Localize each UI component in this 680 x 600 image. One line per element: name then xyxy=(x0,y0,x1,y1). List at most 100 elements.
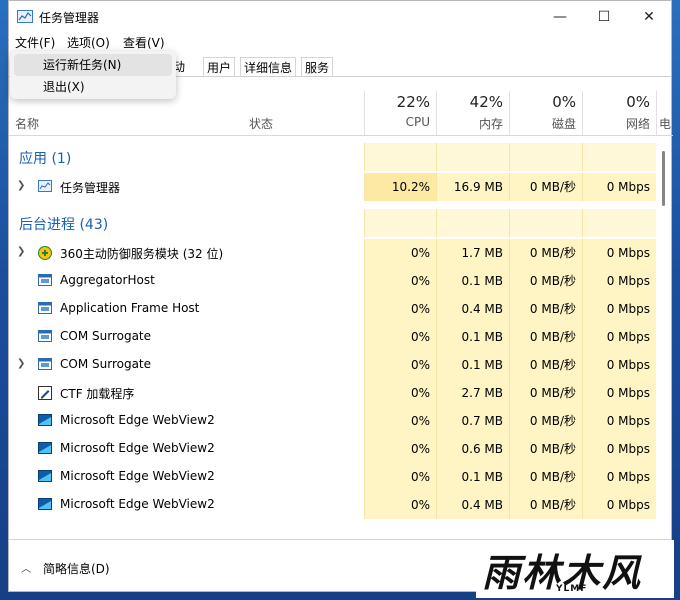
table-row[interactable]: Microsoft Edge WebView2 0% 0.4 MB 0 MB/秒… xyxy=(9,491,659,519)
header-network[interactable]: 0% 网络 xyxy=(582,91,656,135)
table-row[interactable]: ❯ 任务管理器 10.2% 16.9 MB 0 MB/秒 0 Mbps xyxy=(9,173,659,201)
tab-details[interactable]: 详细信息 xyxy=(240,57,297,77)
network-value: 0 Mbps xyxy=(582,463,656,491)
menu-view[interactable]: 查看(V) xyxy=(123,34,165,51)
window-title: 任务管理器 xyxy=(39,11,100,25)
header-memory[interactable]: 42% 内存 xyxy=(436,91,509,135)
table-row[interactable]: ❯ COM Surrogate 0% 0.1 MB 0 MB/秒 0 Mbps xyxy=(9,351,659,379)
group-header-apps[interactable]: 应用 (1) xyxy=(9,143,659,171)
header-disk[interactable]: 0% 磁盘 xyxy=(509,91,582,135)
header-status[interactable]: 状态 xyxy=(249,115,273,132)
file-menu-dropdown: 运行新任务(N) 退出(X) xyxy=(10,51,176,99)
menu-options[interactable]: 选项(O) xyxy=(67,34,110,51)
close-button[interactable]: ✕ xyxy=(628,1,670,33)
memory-value: 2.7 MB xyxy=(436,379,509,407)
header-cpu[interactable]: 22% CPU xyxy=(364,91,436,135)
process-name: Microsoft Edge WebView2 xyxy=(60,469,215,483)
tab-users[interactable]: 用户 xyxy=(203,57,236,77)
cpu-value: 0% xyxy=(364,351,436,379)
memory-value: 0.1 MB xyxy=(436,351,509,379)
expand-chevron-icon[interactable]: ❯ xyxy=(17,180,25,191)
network-value: 0 Mbps xyxy=(582,379,656,407)
group-header-background[interactable]: 后台进程 (43) xyxy=(9,209,659,237)
run-new-task-item[interactable]: 运行新任务(N) xyxy=(14,54,172,76)
network-value: 0 Mbps xyxy=(582,239,656,267)
minimize-button[interactable]: — xyxy=(539,1,581,33)
chevron-up-icon[interactable]: ︿ xyxy=(21,560,31,575)
disk-value: 0 MB/秒 xyxy=(509,173,582,201)
window-app-icon xyxy=(38,358,52,371)
ctf-loader-icon xyxy=(38,386,52,400)
disk-value: 0 MB/秒 xyxy=(509,351,582,379)
disk-value: 0 MB/秒 xyxy=(509,295,582,323)
disk-value: 0 MB/秒 xyxy=(509,435,582,463)
table-row[interactable]: COM Surrogate 0% 0.1 MB 0 MB/秒 0 Mbps xyxy=(9,323,659,351)
process-name: 360主动防御服务模块 (32 位) xyxy=(60,247,224,261)
memory-value: 0.4 MB xyxy=(436,491,509,519)
window-app-icon xyxy=(38,330,52,343)
edge-webview-icon xyxy=(38,498,52,511)
network-value: 0 Mbps xyxy=(582,407,656,435)
watermark-subtext: YLMF xyxy=(556,584,588,594)
process-name: Application Frame Host xyxy=(60,301,200,315)
process-name: COM Surrogate xyxy=(60,357,152,371)
memory-value: 0.7 MB xyxy=(436,407,509,435)
expand-chevron-icon[interactable]: ❯ xyxy=(17,246,25,257)
title-bar[interactable]: 任务管理器 — ☐ ✕ xyxy=(9,1,671,33)
horizontal-scrollbar[interactable] xyxy=(11,525,657,537)
process-list: 应用 (1) ❯ 任务管理器 10.2% 16.9 MB 0 MB/秒 0 Mb… xyxy=(9,135,659,525)
menu-file[interactable]: 文件(F) xyxy=(15,34,55,51)
cpu-total: 22% xyxy=(396,93,430,111)
cpu-value: 10.2% xyxy=(364,173,436,201)
apps-group-label: 应用 (1) xyxy=(19,151,72,167)
table-row[interactable]: Application Frame Host 0% 0.4 MB 0 MB/秒 … xyxy=(9,295,659,323)
window-app-icon xyxy=(38,274,52,287)
cpu-value: 0% xyxy=(364,379,436,407)
fewer-details-link[interactable]: 简略信息(D) xyxy=(43,560,110,577)
disk-value: 0 MB/秒 xyxy=(509,239,582,267)
disk-value: 0 MB/秒 xyxy=(509,463,582,491)
process-name: Microsoft Edge WebView2 xyxy=(60,497,215,511)
table-row[interactable]: CTF 加载程序 0% 2.7 MB 0 MB/秒 0 Mbps xyxy=(9,379,659,407)
cpu-value: 0% xyxy=(364,407,436,435)
network-label: 网络 xyxy=(625,117,650,131)
expand-chevron-icon[interactable]: ❯ xyxy=(17,358,25,369)
vertical-scrollbar-thumb[interactable] xyxy=(662,151,665,206)
power-label: 电 xyxy=(658,117,671,131)
background-group-label: 后台进程 (43) xyxy=(19,217,109,233)
disk-value: 0 MB/秒 xyxy=(509,491,582,519)
memory-value: 0.1 MB xyxy=(436,267,509,295)
cpu-value: 0% xyxy=(364,295,436,323)
tab-services[interactable]: 服务 xyxy=(301,57,334,77)
cpu-value: 0% xyxy=(364,435,436,463)
disk-value: 0 MB/秒 xyxy=(509,379,582,407)
table-row[interactable]: Microsoft Edge WebView2 0% 0.6 MB 0 MB/秒… xyxy=(9,435,659,463)
cpu-label: CPU xyxy=(405,115,430,129)
memory-value: 0.1 MB xyxy=(436,463,509,491)
table-row[interactable]: Microsoft Edge WebView2 0% 0.1 MB 0 MB/秒… xyxy=(9,463,659,491)
network-total: 0% xyxy=(626,93,650,111)
disk-value: 0 MB/秒 xyxy=(509,407,582,435)
maximize-button[interactable]: ☐ xyxy=(583,1,625,33)
exit-item[interactable]: 退出(X) xyxy=(10,76,176,98)
disk-label: 磁盘 xyxy=(551,117,576,131)
process-name: Microsoft Edge WebView2 xyxy=(60,441,215,455)
network-value: 0 Mbps xyxy=(582,295,656,323)
network-value: 0 Mbps xyxy=(582,351,656,379)
table-row[interactable]: Microsoft Edge WebView2 0% 0.7 MB 0 MB/秒… xyxy=(9,407,659,435)
network-value: 0 Mbps xyxy=(582,267,656,295)
memory-value: 1.7 MB xyxy=(436,239,509,267)
process-name: Microsoft Edge WebView2 xyxy=(60,413,215,427)
table-row[interactable]: ❯ 360主动防御服务模块 (32 位) 0% 1.7 MB 0 MB/秒 0 … xyxy=(9,239,659,267)
memory-total: 42% xyxy=(469,93,503,111)
memory-value: 0.4 MB xyxy=(436,295,509,323)
shield-360-icon xyxy=(38,246,52,260)
task-manager-icon xyxy=(17,10,33,26)
network-value: 0 Mbps xyxy=(582,173,656,201)
header-power-partial[interactable]: 电 xyxy=(656,91,673,135)
network-value: 0 Mbps xyxy=(582,435,656,463)
cpu-value: 0% xyxy=(364,491,436,519)
task-manager-window: 任务管理器 — ☐ ✕ 文件(F) 选项(O) 查看(V) 动 用户 详细信息 … xyxy=(8,0,673,592)
edge-webview-icon xyxy=(38,470,52,483)
table-row[interactable]: AggregatorHost 0% 0.1 MB 0 MB/秒 0 Mbps xyxy=(9,267,659,295)
